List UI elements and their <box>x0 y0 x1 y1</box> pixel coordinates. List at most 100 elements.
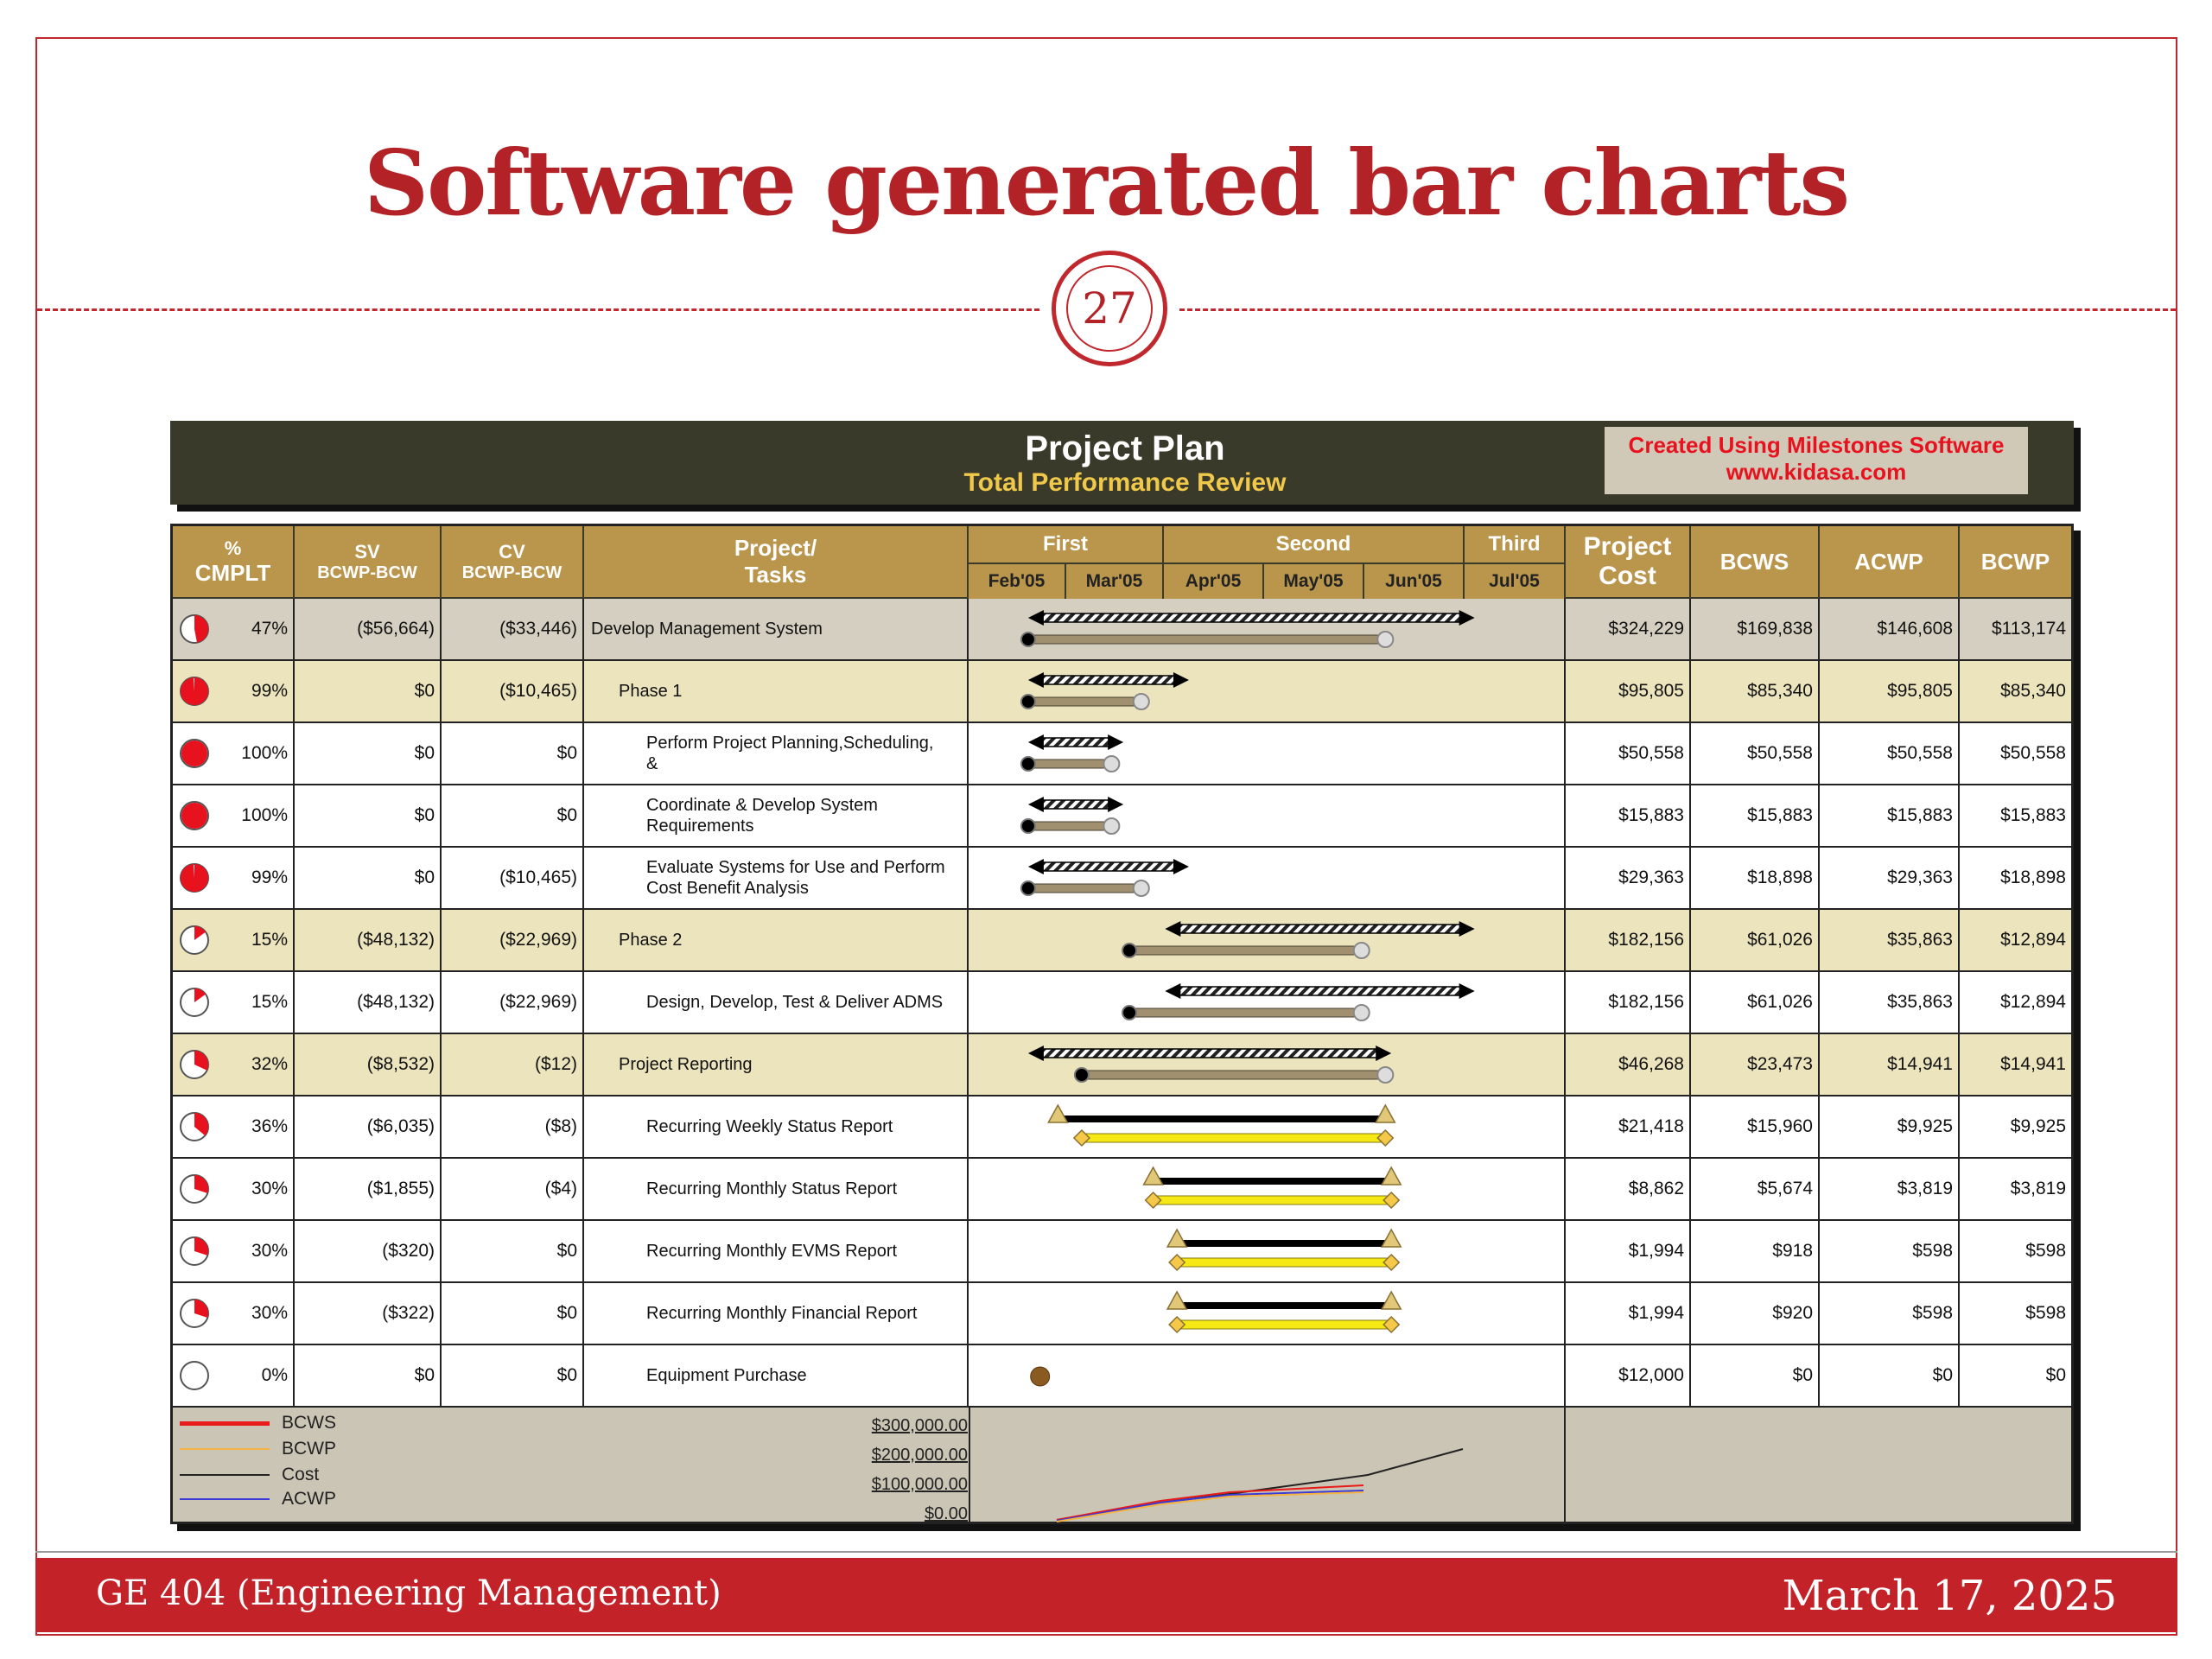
table-row: 30% ($1,855) ($4) Recurring Monthly Status … <box>173 1159 2071 1221</box>
actual-end-marker <box>1382 1315 1401 1334</box>
planned-end-marker <box>1380 1228 1402 1248</box>
table-row: 30% ($322) $0 Recurring Monthly Financial R… <box>173 1283 2071 1345</box>
pct-value: 0% <box>216 1345 295 1406</box>
sv-value: $0 <box>295 723 442 784</box>
bcwp-value: $12,894 <box>2000 930 2066 950</box>
table-row: 15% ($48,132) ($22,969) Phase 2 $182,156 $61,… <box>173 910 2071 972</box>
sv-value: ($6,035) <box>295 1096 442 1157</box>
sv-value: ($320) <box>295 1221 442 1281</box>
actual-end-marker <box>1382 1253 1401 1272</box>
gantt-bar <box>1020 734 1124 772</box>
percent-complete-icon <box>180 1236 209 1266</box>
col-header-pct-2: CMPLT <box>194 559 271 586</box>
planned-start-marker <box>1142 1166 1164 1185</box>
percent-complete-icon <box>180 677 209 706</box>
cost-value: $1,994 <box>1566 1221 1691 1281</box>
planned-bar <box>1039 799 1112 810</box>
cost-axis-label-0: $0.00 <box>924 1504 968 1523</box>
page-number-badge: 27 <box>1052 251 1167 366</box>
actual-end-marker <box>1352 942 1370 959</box>
actual-start-marker <box>1168 1253 1186 1272</box>
acwp-value: $3,819 <box>1820 1159 1960 1219</box>
gantt-bar <box>1142 1166 1402 1210</box>
title-divider-right <box>1179 308 2176 311</box>
actual-bar <box>1027 821 1112 831</box>
planned-end-arrow <box>1173 859 1189 874</box>
brand-line-2: www.kidasa.com <box>1726 459 1907 485</box>
bcwp-value: $12,894 <box>2000 992 2066 1012</box>
pct-value: 32% <box>216 1034 295 1095</box>
percent-complete-icon <box>180 863 209 893</box>
gantt-bar <box>1020 797 1124 835</box>
pct-value: 99% <box>216 661 295 721</box>
cv-value: ($12) <box>442 1034 584 1095</box>
sv-value: ($56,664) <box>295 599 442 659</box>
task-name: Develop Management System <box>584 599 969 659</box>
planned-start-marker <box>1166 1228 1188 1248</box>
gantt-cell <box>969 1221 1566 1281</box>
cost-value: $29,363 <box>1566 848 1691 908</box>
brand-box: Created Using Milestones Software www.ki… <box>1605 427 2028 494</box>
cost-value: $324,229 <box>1566 599 1691 659</box>
percent-complete-icon <box>180 988 209 1017</box>
actual-start-marker <box>1122 943 1138 958</box>
planned-bar <box>1039 737 1112 747</box>
legend-label-bcws: BCWS <box>282 1413 336 1433</box>
bcws-value: $23,473 <box>1691 1034 1820 1095</box>
planned-start-arrow <box>1027 797 1044 812</box>
cost-value: $182,156 <box>1566 972 1691 1033</box>
task-name: Recurring Monthly Financial Report <box>584 1283 969 1344</box>
period-first-label: First <box>1042 532 1088 556</box>
bcwp-value: $9,925 <box>2010 1116 2066 1136</box>
pct-value: 30% <box>216 1221 295 1281</box>
table-row: 32% ($8,532) ($12) Project Reporting $46,268… <box>173 1034 2071 1096</box>
project-plan-chart: Project Plan Total Performance Review Cr… <box>170 421 2081 1531</box>
cv-value: ($10,465) <box>442 848 584 908</box>
acwp-value: $0 <box>1820 1345 1960 1406</box>
bcws-value: $918 <box>1691 1221 1820 1281</box>
legend-label-bcwp: BCWP <box>282 1439 336 1459</box>
milestone-marker <box>1030 1366 1051 1387</box>
gantt-bar <box>1027 1046 1395 1084</box>
cv-value: $0 <box>442 723 584 784</box>
col-header-acwp-label: ACWP <box>1854 548 1923 575</box>
actual-end-marker <box>1103 755 1121 772</box>
cost-value: $21,418 <box>1566 1096 1691 1157</box>
col-header-bcws: BCWS <box>1691 526 1820 599</box>
gantt-cell <box>969 1283 1566 1344</box>
pct-value: 100% <box>216 785 295 846</box>
percent-complete-icon <box>180 1112 209 1141</box>
bcws-value: $5,674 <box>1691 1159 1820 1219</box>
cost-value: $15,883 <box>1566 785 1691 846</box>
percent-complete-icon <box>180 739 209 768</box>
cv-value: ($22,969) <box>442 910 584 970</box>
cost-curves <box>1056 1448 1464 1522</box>
legend-item-bcwp: BCWP <box>180 1439 336 1459</box>
bcws-value: $18,898 <box>1691 848 1820 908</box>
gantt-cell <box>969 1345 1566 1406</box>
sv-value: $0 <box>295 661 442 721</box>
gantt-cell <box>969 848 1566 908</box>
task-name: Equipment Purchase <box>584 1345 969 1406</box>
planned-bar <box>1176 986 1464 996</box>
cv-value: $0 <box>442 1221 584 1281</box>
planned-bar <box>1039 1048 1380 1058</box>
sv-value: ($1,855) <box>295 1159 442 1219</box>
acwp-value: $598 <box>1820 1221 1960 1281</box>
cost-axis-label-200k: $200,000.00 <box>871 1446 968 1465</box>
cost-axis: $300,000.00 $200,000.00 $100,000.00 $0.0… <box>847 1408 968 1529</box>
actual-start-marker <box>1072 1128 1090 1147</box>
planned-bar <box>1039 675 1178 685</box>
planned-start-arrow <box>1165 921 1181 937</box>
course-name: GE 404 (Engineering Management) <box>96 1573 721 1613</box>
planned-end-arrow <box>1173 672 1189 688</box>
actual-bar <box>1027 696 1142 707</box>
planned-end-arrow <box>1376 1046 1392 1061</box>
legend-panel: BCWS BCWP Cost ACWP $300,000.00 $200,000… <box>173 1408 2071 1523</box>
period-third: Third <box>1465 526 1566 563</box>
gantt-cell <box>969 661 1566 721</box>
gantt-bar <box>1020 672 1189 710</box>
col-header-pct: % CMPLT <box>173 526 295 599</box>
cv-value: ($4) <box>442 1159 584 1219</box>
gantt-cell <box>969 1034 1566 1095</box>
